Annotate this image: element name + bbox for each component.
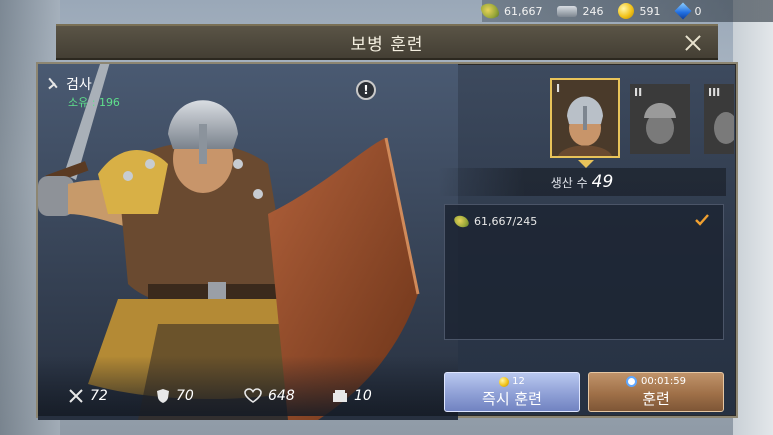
instant-train-button[interactable]: 12 즉시 훈련: [444, 372, 580, 412]
stat-health: 648: [244, 388, 332, 404]
gem-icon: [674, 2, 691, 20]
stat-attack: 72: [68, 388, 156, 404]
resource-gem: 0: [674, 2, 702, 20]
production-count: 생산 수 49: [438, 168, 726, 196]
illustration-fade: [38, 356, 458, 416]
resource-value: 61,667: [504, 4, 543, 18]
tier-1-portrait: [552, 80, 618, 156]
wheat-icon: [453, 213, 470, 230]
stat-defense: 70: [156, 388, 244, 404]
check-icon: [695, 214, 709, 226]
resource-value: 0: [694, 4, 702, 18]
page-title: 보병 훈련: [350, 34, 424, 55]
load-icon: [333, 390, 347, 402]
tier-1[interactable]: I: [550, 78, 620, 158]
resource-value: 246: [582, 4, 604, 18]
train-label: 훈련: [642, 390, 670, 408]
gold-icon: [617, 3, 634, 19]
attack-icon: [69, 389, 83, 403]
train-time: 00:01:59: [641, 376, 686, 387]
selected-tier-pointer: [578, 160, 594, 168]
resource-wheat: 61,667: [479, 0, 543, 22]
stat-load: 10: [332, 388, 420, 404]
clock-icon: [626, 376, 638, 387]
tier-label: I: [556, 82, 561, 95]
resource-bar: 61,667 246 591 0: [479, 0, 773, 22]
training-panel: 검사 소유 : 196 ! 72 70 648 10 I II III 생산 수…: [36, 62, 738, 420]
train-button[interactable]: 00:01:59 훈련: [588, 372, 724, 412]
close-button[interactable]: [682, 32, 704, 54]
stat-value: 70: [176, 388, 194, 404]
iron-icon: [556, 5, 577, 17]
stat-value: 10: [354, 388, 372, 404]
instant-train-label: 즉시 훈련: [482, 390, 542, 408]
tier-label: II: [634, 86, 643, 99]
defense-icon: [157, 389, 169, 403]
requirement-row: 61,667/245: [453, 213, 538, 230]
gold-icon: [499, 376, 510, 387]
wheat-icon: [479, 0, 501, 22]
tier-3[interactable]: III: [704, 84, 734, 154]
requirement-text: 61,667/245: [474, 215, 538, 228]
stat-value: 648: [268, 388, 295, 404]
info-button[interactable]: !: [356, 80, 376, 100]
sword-icon: [46, 77, 60, 91]
resource-gold: 591: [617, 3, 661, 19]
title-bar: 보병 훈련: [56, 24, 718, 60]
resource-iron: 246: [556, 4, 604, 18]
unit-stats: 72 70 648 10: [68, 388, 420, 404]
owned-count: 소유 : 196: [68, 96, 120, 109]
resource-value: 591: [639, 4, 661, 18]
production-label: 생산 수: [550, 175, 588, 190]
health-icon: [244, 388, 262, 403]
tier-2[interactable]: II: [630, 84, 690, 154]
unit-name: 검사: [66, 77, 92, 93]
instant-cost: 12: [512, 376, 525, 387]
unit-header: 검사: [46, 74, 92, 94]
stat-value: 72: [90, 388, 108, 404]
tier-label: III: [708, 86, 721, 99]
production-value: 49: [591, 172, 614, 192]
background-right: [733, 0, 773, 435]
requirements-box: 61,667/245: [444, 204, 724, 340]
